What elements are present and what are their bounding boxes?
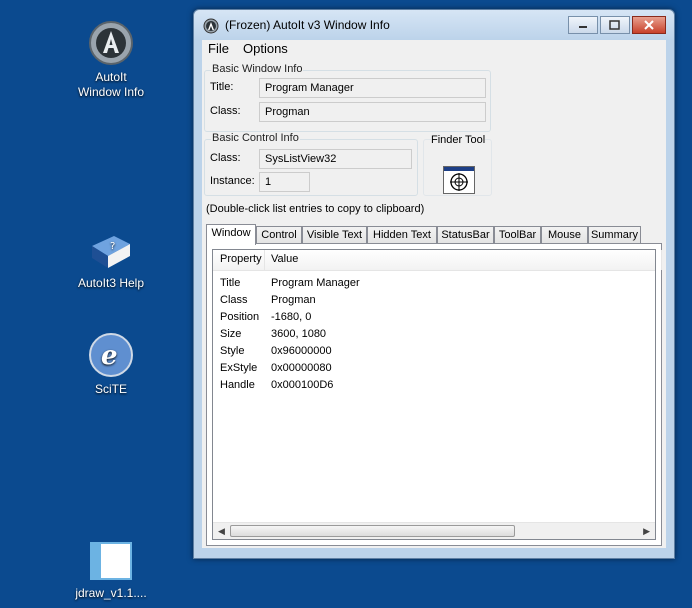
tab-summary[interactable]: Summary — [588, 226, 641, 244]
finder-tool-group: Finder Tool — [423, 134, 492, 196]
table-row[interactable]: Handle 0x000100D6 — [213, 377, 655, 394]
autoit-logo-icon — [89, 21, 133, 65]
instance-label: Instance: — [210, 175, 255, 187]
autoit-window-icon — [203, 18, 219, 34]
property-list[interactable]: Property Value Title Program Manager Clas… — [212, 249, 662, 540]
scroll-left-icon[interactable]: ◀ — [218, 526, 225, 537]
basic-window-info-group: Basic Window Info Title: Program Manager… — [204, 63, 491, 132]
desktop-icon-jdraw[interactable]: jdraw_v1.1.... — [56, 540, 166, 601]
desktop-icon-label: Window Info — [77, 85, 145, 99]
group-legend: Basic Control Info — [211, 132, 300, 144]
tab-strip: Window Control Visible Text Hidden Text … — [206, 224, 662, 245]
column-header-value[interactable]: Value — [271, 253, 298, 265]
row-property: Position — [220, 311, 260, 323]
tab-visible-text[interactable]: Visible Text — [302, 226, 367, 244]
control-class-label: Class: — [210, 152, 241, 164]
column-header-property[interactable]: Property — [220, 253, 262, 265]
table-row[interactable]: Size 3600, 1080 — [213, 326, 655, 343]
minimize-button[interactable] — [568, 16, 598, 34]
close-button[interactable] — [632, 16, 666, 34]
clipboard-hint: (Double-click list entries to copy to cl… — [206, 203, 425, 215]
row-value: 3600, 1080 — [271, 328, 327, 340]
row-value: 0x96000000 — [271, 345, 332, 357]
tab-hidden-text[interactable]: Hidden Text — [367, 226, 437, 244]
finder-tool-label: Finder Tool — [431, 134, 486, 146]
table-row[interactable]: Title Program Manager — [213, 275, 655, 292]
maximize-icon — [609, 20, 620, 30]
menu-file[interactable]: File — [208, 41, 229, 56]
row-property: ExStyle — [220, 362, 258, 374]
desktop-icon-label: AutoIt3 Help — [77, 276, 145, 290]
menu-options[interactable]: Options — [243, 41, 288, 56]
tab-toolbar[interactable]: ToolBar — [494, 226, 541, 244]
list-rows: Title Program Manager Class Progman Positi… — [213, 275, 655, 394]
svg-text:e: e — [101, 341, 118, 371]
desktop-icon-autoit-window-info[interactable]: AutoIt Window Info — [56, 20, 166, 100]
class-label: Class: — [210, 105, 241, 117]
row-property: Class — [220, 294, 248, 306]
desktop-icon-autoit3-help[interactable]: ? AutoIt3 Help — [56, 232, 166, 291]
scite-icon: e — [89, 333, 133, 377]
table-row[interactable]: Position -1680, 0 — [213, 309, 655, 326]
maximize-button[interactable] — [600, 16, 630, 34]
help-book-icon: ? — [92, 236, 130, 268]
svg-text:?: ? — [110, 241, 115, 252]
title-label: Title: — [210, 81, 234, 93]
column-divider[interactable] — [661, 250, 662, 270]
title-field[interactable]: Program Manager — [259, 78, 486, 98]
jdraw-file-icon — [90, 542, 132, 580]
row-property: Style — [220, 345, 245, 357]
desktop-icon-scite[interactable]: e SciTE — [56, 332, 166, 397]
tab-mouse[interactable]: Mouse — [541, 226, 588, 244]
crosshair-target-icon — [444, 167, 474, 191]
row-property: Size — [220, 328, 242, 340]
row-value: 0x000100D6 — [271, 379, 334, 391]
tab-control[interactable]: Control — [256, 226, 302, 244]
column-divider[interactable] — [264, 250, 265, 270]
row-value: Progman — [271, 294, 316, 306]
horizontal-scrollbar[interactable]: ◀ ▶ — [213, 522, 655, 539]
minimize-icon — [579, 26, 587, 28]
table-row[interactable]: Class Progman — [213, 292, 655, 309]
table-row[interactable]: ExStyle 0x00000080 — [213, 360, 655, 377]
tab-statusbar[interactable]: StatusBar — [437, 226, 494, 244]
title-bar[interactable]: (Frozen) AutoIt v3 Window Info — [194, 10, 674, 40]
menu-bar: File Options — [202, 40, 666, 58]
row-value: Program Manager — [271, 277, 360, 289]
scroll-right-icon[interactable]: ▶ — [643, 526, 650, 537]
desktop-icon-label: SciTE — [94, 382, 127, 396]
group-legend: Basic Window Info — [211, 63, 304, 75]
class-field[interactable]: Progman — [259, 102, 486, 122]
close-icon — [644, 20, 654, 30]
basic-control-info-group: Basic Control Info Class: SysListView32 … — [204, 132, 418, 196]
instance-field[interactable]: 1 — [259, 172, 310, 192]
table-row[interactable]: Style 0x96000000 — [213, 343, 655, 360]
tab-panel-window: Property Value Title Program Manager Clas… — [206, 243, 662, 546]
row-value: 0x00000080 — [271, 362, 332, 374]
row-property: Title — [220, 277, 241, 289]
list-header: Property Value — [213, 250, 662, 271]
row-property: Handle — [220, 379, 255, 391]
window-client-area: File Options Basic Window Info Title: Pr… — [202, 40, 666, 548]
window-info-window: (Frozen) AutoIt v3 Window Info File Opti… — [193, 9, 675, 559]
finder-tool-button[interactable] — [443, 166, 475, 194]
control-class-field[interactable]: SysListView32 — [259, 149, 412, 169]
desktop-icon-label: jdraw_v1.1.... — [75, 586, 147, 600]
scrollbar-thumb[interactable] — [230, 525, 515, 537]
row-value: -1680, 0 — [271, 311, 312, 323]
tab-window[interactable]: Window — [206, 224, 256, 245]
desktop-icon-label: AutoIt — [95, 70, 127, 84]
window-title: (Frozen) AutoIt v3 Window Info — [225, 18, 390, 32]
